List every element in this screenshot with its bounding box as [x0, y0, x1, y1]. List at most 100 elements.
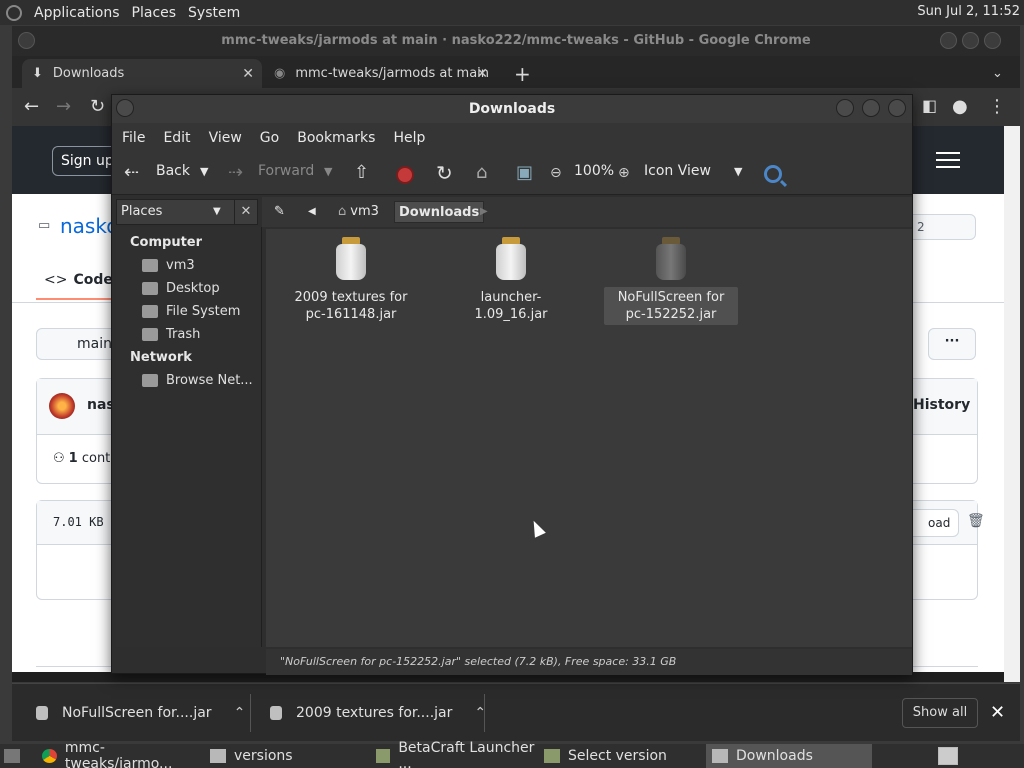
sidebar-item-desktop[interactable]: Desktop: [142, 281, 220, 296]
window-menu-icon[interactable]: [18, 32, 35, 49]
file-manager-title-bar: Downloads: [112, 95, 912, 123]
forward-history-dropdown-icon[interactable]: ▼: [324, 165, 332, 178]
menu-help[interactable]: Help: [393, 130, 425, 146]
back-icon[interactable]: ⇠: [124, 164, 139, 182]
menu-file[interactable]: File: [122, 130, 145, 146]
close-sidebar-icon[interactable]: ✕: [234, 199, 258, 225]
contributors-line[interactable]: ⚇ 1 cont: [53, 451, 110, 466]
download-item-nofullscreen[interactable]: NoFullScreen for....jar ⌃: [36, 684, 245, 742]
workspace-switcher[interactable]: [938, 747, 958, 765]
file-launcher[interactable]: launcher-1.09_16.jar: [444, 237, 578, 325]
back-arrow-icon[interactable]: ←: [24, 96, 39, 117]
task-versions[interactable]: versions: [204, 744, 368, 768]
tab-downloads[interactable]: ⬇ Downloads ✕: [22, 59, 262, 88]
task-select-version[interactable]: Select version: [538, 744, 704, 768]
forward-button[interactable]: Forward: [258, 163, 314, 179]
menu-system[interactable]: System: [188, 5, 240, 21]
path-downloads[interactable]: Downloads: [394, 201, 485, 223]
home-icon[interactable]: ⌂: [476, 164, 487, 182]
tab-code[interactable]: <> Code: [44, 272, 113, 288]
edit-location-icon[interactable]: ✎: [270, 201, 289, 223]
close-tab-icon[interactable]: ✕: [242, 66, 254, 82]
chevron-up-icon[interactable]: ⌃: [234, 705, 246, 721]
home-folder-icon: [142, 259, 158, 272]
maximize-icon[interactable]: [862, 99, 880, 117]
file-nofullscreen[interactable]: NoFullScreen for pc-152252.jar: [604, 237, 738, 325]
sidebar-item-file-system[interactable]: File System: [142, 304, 240, 319]
menu-places[interactable]: Places: [132, 5, 177, 21]
trash-icon: [142, 328, 158, 341]
sidepanel-icon[interactable]: ◧: [922, 96, 937, 115]
reload-icon[interactable]: ↻: [90, 96, 105, 117]
task-chrome[interactable]: mmc-tweaks/jarmo...: [36, 740, 202, 768]
close-window-icon[interactable]: [984, 32, 1001, 49]
new-tab-icon[interactable]: +: [504, 59, 541, 88]
tab-strip: ⬇ Downloads ✕ ◉ mmc-tweaks/jarmods at ma…: [12, 56, 1020, 88]
sidebar-item-label: Browse Net...: [166, 373, 253, 388]
minimize-icon[interactable]: [836, 99, 854, 117]
code-icon: <>: [44, 272, 68, 288]
menu-kebab-icon[interactable]: ⋮: [988, 96, 1006, 117]
view-mode-dropdown-icon[interactable]: ▼: [734, 165, 742, 178]
sidebar-heading-network: Network: [130, 350, 192, 365]
close-window-icon[interactable]: [888, 99, 906, 117]
show-all-button[interactable]: Show all: [902, 698, 978, 728]
clock[interactable]: Sun Jul 2, 11:52: [917, 4, 1020, 19]
reload-icon[interactable]: ↻: [436, 163, 453, 183]
zoom-level[interactable]: 100%: [574, 163, 614, 179]
chrome-window-title: mmc-tweaks/jarmods at main · nasko222/mm…: [221, 33, 811, 48]
tab-github[interactable]: ◉ mmc-tweaks/jarmods at main ✕: [264, 59, 496, 88]
maximize-icon[interactable]: [962, 32, 979, 49]
download-item-2009-textures[interactable]: 2009 textures for....jar ⌃: [270, 684, 486, 742]
minimize-icon[interactable]: [940, 32, 957, 49]
menu-go[interactable]: Go: [260, 130, 279, 146]
profile-icon[interactable]: ●: [952, 96, 968, 117]
search-icon[interactable]: [764, 165, 782, 183]
zoom-in-icon[interactable]: ⊕: [618, 164, 630, 182]
sidebar-item-browse-network[interactable]: Browse Net...: [142, 373, 253, 388]
hamburger-icon[interactable]: [936, 152, 960, 168]
forward-icon[interactable]: ⇢: [228, 164, 243, 182]
menu-bookmarks[interactable]: Bookmarks: [297, 130, 375, 146]
show-desktop-icon[interactable]: [4, 749, 20, 763]
close-tab-icon[interactable]: ✕: [476, 66, 488, 82]
path-right-arrow-icon[interactable]: ▶: [476, 201, 492, 223]
up-icon[interactable]: ⇧: [354, 164, 369, 182]
chevron-down-icon[interactable]: ⌄: [982, 59, 1013, 88]
forward-arrow-icon[interactable]: →: [56, 96, 71, 117]
task-downloads[interactable]: Downloads: [706, 744, 872, 768]
history-link[interactable]: History: [913, 397, 970, 413]
zoom-out-icon[interactable]: ⊖: [550, 164, 562, 182]
branch-select-button[interactable]: main: [36, 328, 116, 360]
file-manager-toolbar: ⇠ Back ▼ ⇢ Forward ▼ ⇧ ↻ ⌂ ▣ ⊖ 100% ⊕ Ic…: [112, 153, 912, 195]
view-mode-select[interactable]: Icon View: [644, 163, 711, 179]
menu-edit[interactable]: Edit: [163, 130, 190, 146]
window-menu-icon[interactable]: [116, 99, 134, 117]
file-2009-textures[interactable]: 2009 textures for pc-161148.jar: [284, 237, 418, 325]
sidebar-item-label: Desktop: [166, 281, 220, 296]
download-item-label: NoFullScreen for....jar: [62, 705, 212, 721]
back-history-dropdown-icon[interactable]: ▼: [200, 165, 208, 178]
menu-view[interactable]: View: [209, 130, 242, 146]
task-label: mmc-tweaks/jarmo...: [64, 740, 173, 768]
computer-icon[interactable]: ▣: [516, 164, 533, 182]
path-left-arrow-icon[interactable]: ◀: [304, 201, 320, 223]
stop-icon[interactable]: [396, 166, 414, 184]
downloads-bar: NoFullScreen for....jar ⌃ 2009 textures …: [12, 683, 1020, 741]
menu-applications[interactable]: Applications: [34, 5, 120, 21]
more-options-button[interactable]: ···: [928, 328, 976, 360]
window-title: Downloads: [468, 101, 556, 117]
page-scrollbar[interactable]: [1004, 126, 1020, 682]
file-size: 7.01 KB: [53, 515, 104, 529]
sidebar-item-vm3[interactable]: vm3: [142, 258, 195, 273]
task-betacraft[interactable]: BetaCraft Launcher ...: [370, 740, 536, 768]
avatar[interactable]: [49, 393, 75, 419]
close-icon[interactable]: ✕: [990, 702, 1005, 723]
path-vm3[interactable]: ⌂ vm3: [334, 201, 383, 223]
icon-view[interactable]: 2009 textures for pc-161148.jar launcher…: [266, 229, 912, 647]
trash-icon[interactable]: 🗑: [967, 513, 985, 529]
sidebar-item-trash[interactable]: Trash: [142, 327, 200, 342]
back-button[interactable]: Back: [156, 163, 190, 179]
os-logo-icon[interactable]: [6, 4, 22, 21]
repo-name-link[interactable]: nasko: [60, 214, 118, 238]
